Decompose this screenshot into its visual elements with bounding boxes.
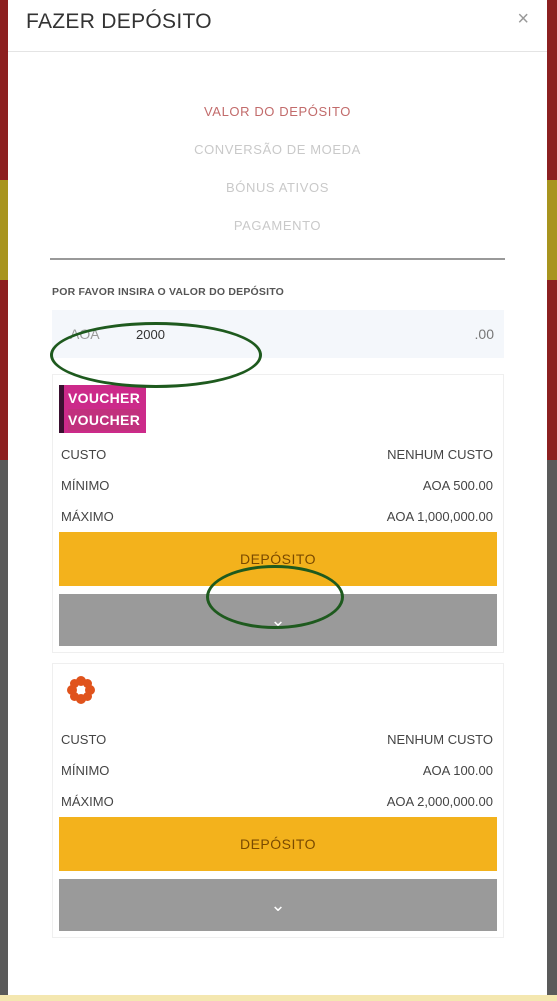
voucher-logo-line: VOUCHER <box>68 390 141 406</box>
page-bottom-edge <box>0 995 557 1001</box>
min-row: MÍNIMO AOA 500.00 <box>59 470 497 501</box>
deposit-button[interactable]: DEPÓSITO <box>59 817 497 871</box>
modal-header: FAZER DEPÓSITO × <box>8 0 547 52</box>
cost-row: CUSTO NENHUM CUSTO <box>59 439 497 470</box>
amount-decimals: .00 <box>474 326 494 342</box>
step-bonus-ativos[interactable]: BÓNUS ATIVOS <box>8 178 547 216</box>
min-value: AOA 100.00 <box>422 763 493 778</box>
cost-value: NENHUM CUSTO <box>387 732 493 747</box>
currency-label: AOA <box>70 326 100 342</box>
max-row: MÁXIMO AOA 2,000,000.00 <box>59 786 497 817</box>
close-icon[interactable]: × <box>517 8 529 31</box>
cost-row: CUSTO NENHUM CUSTO <box>59 724 497 755</box>
max-row: MÁXIMO AOA 1,000,000.00 <box>59 501 497 532</box>
modal-title: FAZER DEPÓSITO <box>26 10 212 33</box>
deposit-steps: VALOR DO DEPÓSITO CONVERSÃO DE MOEDA BÓN… <box>8 102 547 254</box>
steps-divider <box>50 258 505 260</box>
max-label: MÁXIMO <box>61 509 114 524</box>
voucher-logo-line: VOUCHER <box>68 409 141 431</box>
deposit-modal: FAZER DEPÓSITO × VALOR DO DEPÓSITO CONVE… <box>8 0 547 1001</box>
flower-icon <box>67 676 95 704</box>
max-value: AOA 2,000,000.00 <box>386 794 493 809</box>
step-valor-deposito[interactable]: VALOR DO DEPÓSITO <box>8 102 547 140</box>
max-label: MÁXIMO <box>61 794 114 809</box>
min-value: AOA 500.00 <box>422 478 493 493</box>
amount-label: POR FAVOR INSIRA O VALOR DO DEPÓSITO <box>52 286 285 298</box>
flower-logo-icon <box>59 674 107 716</box>
cost-label: CUSTO <box>61 732 107 747</box>
step-pagamento[interactable]: PAGAMENTO <box>8 216 547 254</box>
min-label: MÍNIMO <box>61 478 110 493</box>
max-value: AOA 1,000,000.00 <box>386 509 493 524</box>
chevron-down-icon[interactable]: ⌄ <box>59 879 497 931</box>
payment-method-card-2: CUSTO NENHUM CUSTO MÍNIMO AOA 100.00 MÁX… <box>52 663 504 938</box>
cost-value: NENHUM CUSTO <box>387 447 493 462</box>
amount-input[interactable] <box>136 320 386 348</box>
deposit-button[interactable]: DEPÓSITO <box>59 532 497 586</box>
payment-method-card-voucher: VOUCHER VOUCHER CUSTO NENHUM CUSTO MÍNIM… <box>52 374 504 653</box>
amount-field[interactable]: AOA .00 <box>52 310 504 358</box>
chevron-down-icon[interactable]: ⌄ <box>59 594 497 646</box>
step-conversao-moeda[interactable]: CONVERSÃO DE MOEDA <box>8 140 547 178</box>
min-row: MÍNIMO AOA 100.00 <box>59 755 497 786</box>
cost-label: CUSTO <box>61 447 107 462</box>
voucher-logo: VOUCHER VOUCHER <box>59 385 147 433</box>
min-label: MÍNIMO <box>61 763 110 778</box>
